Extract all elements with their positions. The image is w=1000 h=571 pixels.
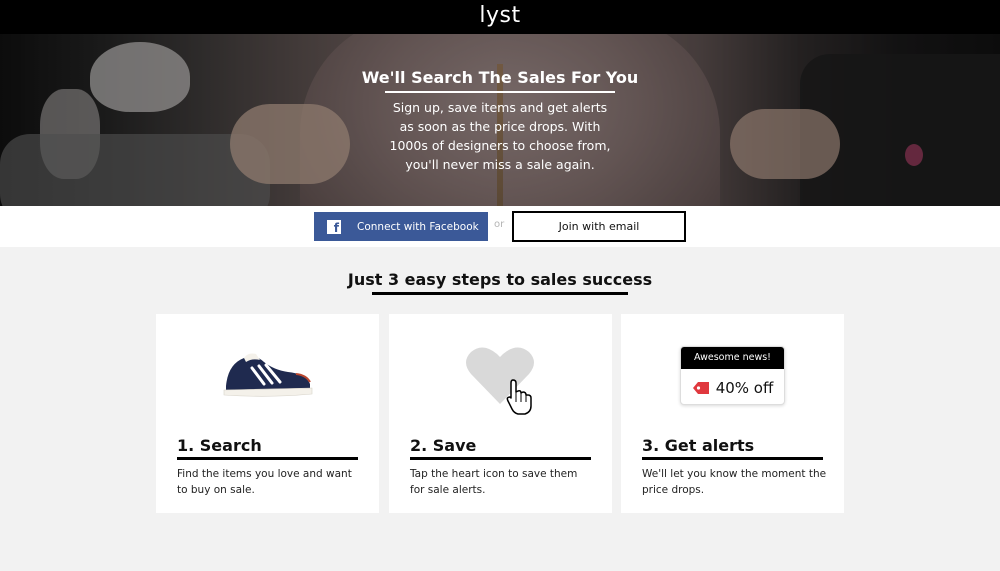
- alert-header: Awesome news!: [681, 347, 784, 369]
- or-separator: or: [494, 219, 505, 230]
- step-card-search: 1. Search Find the items you love and wa…: [156, 314, 379, 513]
- top-bar: lyst: [0, 0, 1000, 34]
- hero-title-underline: [385, 91, 615, 93]
- step-title: 1. Search: [177, 436, 262, 455]
- join-with-email-button[interactable]: Join with email: [512, 211, 686, 242]
- alert-notification: Awesome news! 40% off: [680, 346, 785, 405]
- price-tag-icon: [692, 381, 709, 394]
- lyst-logo[interactable]: lyst: [0, 3, 1000, 28]
- step-card-alerts: Awesome news! 40% off 3. Get alerts We'l…: [621, 314, 844, 513]
- step-title: 3. Get alerts: [642, 436, 755, 455]
- step-description: We'll let you know the moment the price …: [642, 468, 827, 496]
- hero-description: Sign up, save items and get alerts as so…: [389, 100, 611, 172]
- signup-bar: f Connect with Facebook or Join with ema…: [0, 206, 1000, 247]
- alert-body: 40% off: [681, 369, 784, 404]
- alert-discount: 40% off: [715, 378, 774, 397]
- steps-heading: Just 3 easy steps to sales success: [347, 270, 653, 289]
- connect-facebook-label: Connect with Facebook: [357, 220, 479, 233]
- hero-title: We'll Search The Sales For You: [361, 68, 639, 87]
- step-description: Tap the heart icon to save them for sale…: [410, 468, 578, 496]
- step-description: Find the items you love and want to buy …: [177, 468, 352, 496]
- hero-banner: We'll Search The Sales For You Sign up, …: [0, 34, 1000, 206]
- pointer-hand-icon: [506, 379, 532, 415]
- step-title-underline: [410, 457, 591, 460]
- heart-icon: [466, 347, 534, 415]
- steps-heading-underline: [372, 292, 628, 295]
- step-card-save: 2. Save Tap the heart icon to save them …: [389, 314, 612, 513]
- connect-facebook-button[interactable]: f Connect with Facebook: [314, 212, 488, 241]
- step-title-underline: [177, 457, 358, 460]
- step-title: 2. Save: [410, 436, 477, 455]
- facebook-icon: f: [327, 219, 341, 234]
- sneaker-icon: [223, 353, 313, 397]
- step-title-underline: [642, 457, 823, 460]
